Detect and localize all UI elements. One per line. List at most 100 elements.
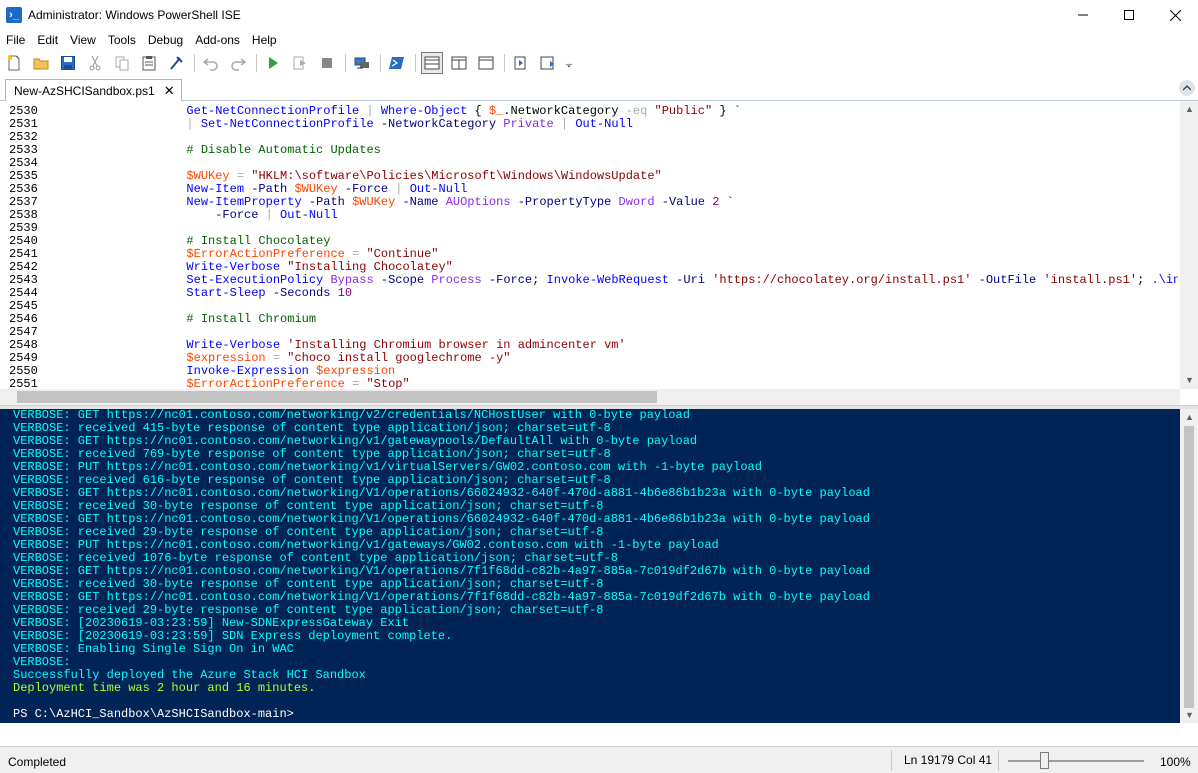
- copy-button[interactable]: [111, 52, 133, 74]
- zoom-slider-track[interactable]: [1008, 760, 1144, 762]
- console-line: VERBOSE: Enabling Single Sign On in WAC: [13, 642, 294, 656]
- paste-button[interactable]: [138, 52, 160, 74]
- line-number-gutter: 2530 2531 2532 2533 2534 2535 2536 2537 2538 2539…: [0, 105, 60, 391]
- scroll-down-icon[interactable]: ▼: [1185, 710, 1194, 720]
- menu-tools[interactable]: Tools: [102, 30, 142, 50]
- show-command-window-button[interactable]: [537, 52, 559, 74]
- maximize-icon: [1124, 10, 1134, 20]
- new-icon: [7, 55, 20, 71]
- menu-view[interactable]: View: [64, 30, 102, 50]
- cut-button[interactable]: [84, 52, 106, 74]
- menu-add-ons[interactable]: Add-ons: [189, 30, 246, 50]
- toolbar-separator: [345, 54, 346, 72]
- chevron-up-icon: [1183, 85, 1191, 91]
- show-script-pane-button[interactable]: [510, 52, 532, 74]
- menu-debug[interactable]: Debug: [142, 30, 189, 50]
- chevron-down-icon: [565, 63, 573, 68]
- toolbar: [0, 50, 1198, 76]
- zoom-slider-thumb[interactable]: [1039, 752, 1049, 769]
- status-bar: Completed Ln 19179 Col 41 100%: [0, 746, 1198, 773]
- editor-vertical-scrollbar[interactable]: ▲ ▼: [1180, 101, 1198, 389]
- maximize-button[interactable]: [1106, 0, 1152, 30]
- powershell-icon: [389, 57, 404, 69]
- script-tab-row: New-AzSHCISandbox.ps1 ✕: [0, 76, 1198, 102]
- status-divider: [998, 750, 999, 771]
- open-icon: [33, 58, 49, 70]
- code-line[interactable]: -Force | Out-Null: [100, 209, 1178, 222]
- show-script-pane-maximized-button[interactable]: [475, 52, 497, 74]
- code-line[interactable]: # Disable Automatic Updates: [100, 144, 1178, 157]
- status-divider: [891, 750, 892, 771]
- powershell-ise-app-icon: ›_: [6, 7, 22, 23]
- cut-icon: [89, 55, 101, 71]
- show-script-pane-right-icon: [451, 56, 467, 70]
- run-selection-icon: [293, 56, 306, 70]
- console-pane[interactable]: VERBOSE: GET https://nc01.contoso.com/ne…: [0, 409, 1180, 723]
- undo-icon: [203, 58, 218, 71]
- run-script-button[interactable]: [262, 52, 284, 74]
- menu-file[interactable]: File: [0, 30, 31, 50]
- menu-help[interactable]: Help: [246, 30, 283, 50]
- show-command-window-icon: [540, 56, 554, 70]
- scroll-up-icon[interactable]: ▲: [1185, 412, 1194, 422]
- close-icon: [1169, 9, 1181, 21]
- menu-edit[interactable]: Edit: [31, 30, 64, 50]
- show-script-pane-maximized-icon: [478, 56, 494, 70]
- close-tab-icon[interactable]: ✕: [164, 83, 175, 99]
- toolbar-separator: [194, 54, 195, 72]
- close-window-button[interactable]: [1152, 0, 1198, 30]
- console-prompt: PS C:\AzHCI_Sandbox\AzSHCISandbox-main>: [13, 707, 294, 721]
- show-script-pane-top-icon: [424, 56, 440, 70]
- show-script-pane-right-button[interactable]: [448, 52, 470, 74]
- remote-powershell-button[interactable]: [351, 52, 373, 74]
- run-script-icon: [269, 57, 278, 69]
- status-text: Completed: [8, 755, 67, 769]
- save-icon: [61, 56, 75, 70]
- undo-button[interactable]: [200, 52, 222, 74]
- window-title: Administrator: Windows PowerShell ISE: [28, 8, 241, 22]
- toolbar-separator: [256, 54, 257, 72]
- copy-icon: [115, 56, 129, 71]
- console-output: VERBOSE: GET https://nc01.contoso.com/ne…: [13, 409, 870, 721]
- code-area[interactable]: Get-NetConnectionProfile | Where-Object …: [100, 105, 1178, 391]
- paste-icon: [142, 56, 156, 71]
- show-script-pane-top-button[interactable]: [421, 52, 443, 74]
- editor-horizontal-scrollbar[interactable]: [0, 389, 1180, 405]
- horizontal-scroll-thumb[interactable]: [17, 391, 657, 403]
- title-bar: ›_ Administrator: Windows PowerShell ISE: [0, 0, 1198, 30]
- tab-new-azshcisandbox[interactable]: New-AzSHCISandbox.ps1 ✕: [5, 79, 182, 102]
- clear-console-button[interactable]: [165, 52, 187, 74]
- powershell-button[interactable]: [386, 52, 408, 74]
- console-vertical-scrollbar[interactable]: ▲ ▼: [1180, 409, 1198, 723]
- new-button[interactable]: [3, 52, 25, 74]
- code-line[interactable]: Start-Sleep -Seconds 10: [100, 287, 1178, 300]
- minimize-button[interactable]: [1060, 0, 1106, 30]
- scroll-up-icon[interactable]: ▲: [1185, 104, 1194, 114]
- redo-button[interactable]: [227, 52, 249, 74]
- tab-title: New-AzSHCISandbox.ps1: [14, 84, 155, 98]
- code-line[interactable]: # Install Chromium: [100, 313, 1178, 326]
- collapse-script-pane-button[interactable]: [1179, 80, 1195, 96]
- toolbar-separator: [504, 54, 505, 72]
- zoom-percent: 100%: [1160, 755, 1191, 769]
- toolbar-separator: [415, 54, 416, 72]
- redo-icon: [231, 58, 246, 71]
- command-area: [0, 723, 1198, 746]
- minimize-icon: [1078, 14, 1088, 16]
- console-line: Deployment time was 2 hour and 16 minute…: [13, 681, 316, 695]
- customize-toolbar-button[interactable]: [564, 52, 574, 74]
- script-editor[interactable]: 2530 2531 2532 2533 2534 2535 2536 2537 2538 2539…: [0, 101, 1198, 405]
- run-selection-button[interactable]: [289, 52, 311, 74]
- save-button[interactable]: [57, 52, 79, 74]
- cursor-position: Ln 19179 Col 41: [904, 753, 993, 767]
- code-line[interactable]: | Set-NetConnectionProfile -NetworkCateg…: [100, 118, 1178, 131]
- clear-console-icon: [170, 56, 183, 70]
- stop-button[interactable]: [316, 52, 338, 74]
- open-button[interactable]: [30, 52, 52, 74]
- scroll-down-icon[interactable]: ▼: [1185, 375, 1194, 385]
- menu-bar: File Edit View Tools Debug Add-ons Help: [0, 30, 1198, 50]
- console-scroll-thumb[interactable]: [1184, 426, 1194, 708]
- show-script-pane-icon: [514, 56, 526, 70]
- stop-icon: [322, 58, 332, 68]
- remote-powershell-icon: [354, 57, 369, 69]
